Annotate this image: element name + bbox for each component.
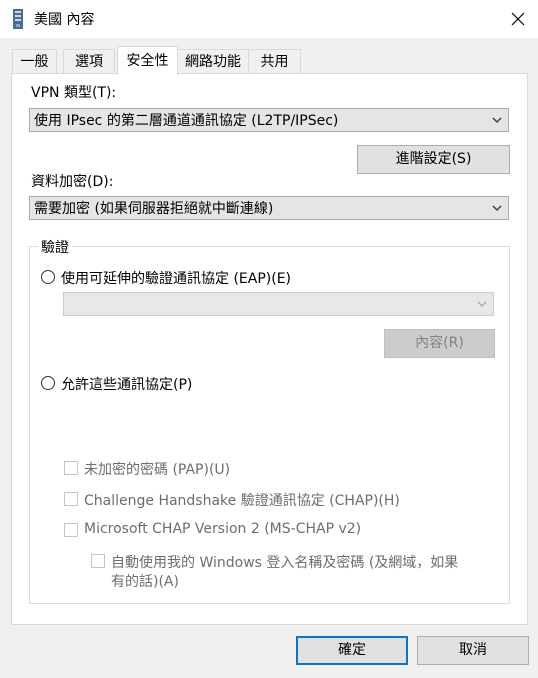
vpn-type-select[interactable]: 使用 IPsec 的第二層通道通訊協定 (L2TP/IPSec) bbox=[29, 108, 509, 132]
properties-button[interactable]: 內容(R) bbox=[384, 329, 495, 358]
close-button[interactable] bbox=[498, 0, 538, 38]
advanced-settings-button[interactable]: 進階設定(S) bbox=[357, 145, 510, 174]
window-title: 美國 內容 bbox=[34, 12, 95, 28]
tab-options[interactable]: 選項 bbox=[63, 49, 115, 74]
vpn-type-value: 使用 IPsec 的第二層通道通訊協定 (L2TP/IPSec) bbox=[34, 113, 339, 129]
data-encryption-label: 資料加密(D): bbox=[31, 174, 114, 190]
tab-networking[interactable]: 網路功能 bbox=[177, 49, 249, 74]
pap-checkbox-label[interactable]: 未加密的密碼 (PAP)(U) bbox=[84, 459, 230, 479]
ok-button[interactable]: 確定 bbox=[296, 636, 408, 665]
close-icon bbox=[511, 12, 525, 26]
chap-checkbox-label[interactable]: Challenge Handshake 驗證通訊協定 (CHAP)(H) bbox=[84, 490, 400, 510]
data-encryption-select[interactable]: 需要加密 (如果伺服器拒絕就中斷連線) bbox=[29, 196, 509, 220]
authentication-group-label: 驗證 bbox=[38, 237, 72, 257]
data-encryption-value: 需要加密 (如果伺服器拒絕就中斷連線) bbox=[34, 201, 274, 217]
allow-protocols-radio-label[interactable]: 允許這些通訊協定(P) bbox=[61, 374, 192, 394]
chevron-down-icon bbox=[477, 301, 487, 307]
auto-logon-label-line2[interactable]: 有的話)(A) bbox=[111, 571, 179, 591]
auto-logon-label-line1[interactable]: 自動使用我的 Windows 登入名稱及密碼 (及網域，如果 bbox=[111, 552, 458, 572]
cancel-button[interactable]: 取消 bbox=[417, 636, 529, 665]
mschapv2-checkbox-label[interactable]: Microsoft CHAP Version 2 (MS-CHAP v2) bbox=[84, 521, 361, 537]
vpn-type-label: VPN 類型(T): bbox=[31, 85, 117, 101]
tab-sharing[interactable]: 共用 bbox=[248, 49, 301, 74]
tab-general[interactable]: 一般 bbox=[12, 49, 57, 74]
eap-radio-label[interactable]: 使用可延伸的驗證通訊協定 (EAP)(E) bbox=[61, 268, 291, 288]
tab-security[interactable]: 安全性 bbox=[117, 46, 178, 75]
chevron-down-icon bbox=[492, 205, 502, 211]
mschapv2-checkbox[interactable] bbox=[64, 523, 78, 537]
network-connection-icon bbox=[12, 9, 24, 29]
allow-protocols-radio[interactable] bbox=[41, 376, 55, 390]
auto-logon-checkbox[interactable] bbox=[91, 554, 105, 568]
eap-method-select[interactable] bbox=[63, 292, 494, 316]
pap-checkbox[interactable] bbox=[64, 461, 78, 475]
chevron-down-icon bbox=[492, 117, 502, 123]
eap-radio[interactable] bbox=[41, 270, 55, 284]
chap-checkbox[interactable] bbox=[64, 492, 78, 506]
